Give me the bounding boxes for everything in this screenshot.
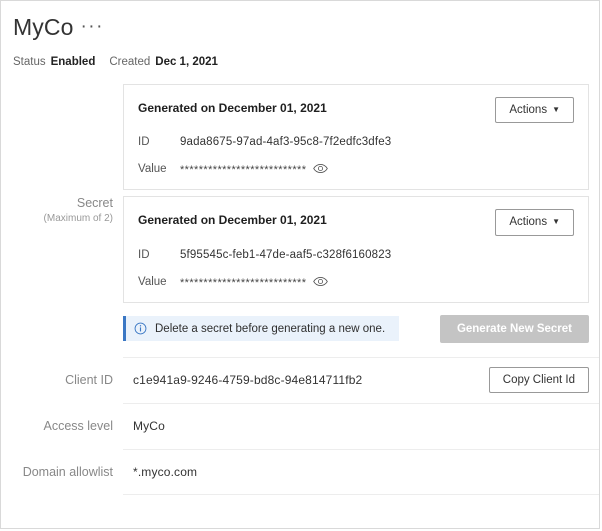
actions-button-label: Actions (509, 104, 548, 116)
secret-id-value: 5f95545c-feb1-47de-aaf5-c328f6160823 (180, 248, 392, 261)
secret-card: Generated on December 01, 2021 Actions ▼ … (123, 196, 589, 303)
secret-card-header: Generated on December 01, 2021 Actions ▼ (138, 209, 574, 236)
secret-card-header: Generated on December 01, 2021 Actions ▼ (138, 97, 574, 124)
title-row: MyCo ··· (13, 14, 599, 41)
info-notice-text: Delete a secret before generating a new … (155, 322, 386, 335)
chevron-down-icon: ▼ (552, 217, 560, 227)
app-page: MyCo ··· Status Enabled Created Dec 1, 2… (0, 0, 600, 529)
secret-value-masked: *************************** (180, 276, 307, 289)
secret-value-row: Value *************************** (138, 161, 574, 177)
secret-id-value: 9ada8675-97ad-4af3-95c8-7f2edfc3dfe3 (180, 136, 392, 149)
domain-allowlist-row: Domain allowlist *.myco.com (1, 448, 599, 495)
fields-container: Secret (Maximum of 2) Generated on Decem… (1, 84, 599, 495)
page-meta: Status Enabled Created Dec 1, 2021 (13, 56, 599, 68)
secret-sub-label: (Maximum of 2) (43, 213, 113, 224)
actions-button[interactable]: Actions ▼ (495, 209, 574, 236)
secret-value-masked: *************************** (180, 164, 307, 177)
actions-button[interactable]: Actions ▼ (495, 97, 574, 124)
secret-notice-row: Delete a secret before generating a new … (123, 314, 599, 343)
secret-generated-on: Generated on December 01, 2021 (138, 101, 327, 115)
access-level-label: Access level (43, 418, 113, 433)
client-id-value-cell: c1e941a9-9246-4759-bd8c-94e814711fb2 Cop… (123, 356, 599, 403)
client-id-value: c1e941a9-9246-4759-bd8c-94e814711fb2 (133, 373, 363, 388)
domain-allowlist-label: Domain allowlist (22, 464, 113, 479)
status-label: Status (13, 56, 46, 68)
generate-new-secret-button[interactable]: Generate New Secret (439, 314, 589, 343)
secret-value-label: Value (138, 275, 167, 288)
actions-button-label: Actions (509, 216, 548, 229)
eye-icon[interactable] (313, 276, 329, 290)
secret-id-row: ID 9ada8675-97ad-4af3-95c8-7f2edfc3dfe3 (138, 136, 574, 148)
domain-allowlist-value: *.myco.com (133, 464, 198, 479)
secret-content-column: Generated on December 01, 2021 Actions ▼ … (123, 84, 599, 343)
secret-value-row: Value *************************** (138, 274, 574, 290)
chevron-down-icon: ▼ (552, 105, 560, 114)
secret-id-label: ID (138, 248, 150, 261)
copy-client-id-button[interactable]: Copy Client Id (488, 367, 589, 394)
created-label: Created (109, 56, 151, 68)
access-level-value-cell: MyCo (123, 402, 599, 449)
secret-card: Generated on December 01, 2021 Actions ▼ … (123, 84, 589, 191)
secret-label: Secret (76, 196, 113, 210)
secret-card-list: Generated on December 01, 2021 Actions ▼ … (123, 84, 599, 303)
info-notice: Delete a secret before generating a new … (123, 316, 400, 342)
client-id-row: Client ID c1e941a9-9246-4759-bd8c-94e814… (1, 356, 599, 403)
secret-label-column: Secret (Maximum of 2) (1, 84, 123, 224)
secret-id-label: ID (138, 136, 150, 149)
domain-allowlist-value-cell: *.myco.com (123, 448, 599, 495)
secret-section: Secret (Maximum of 2) Generated on Decem… (1, 84, 599, 343)
secret-generated-on: Generated on December 01, 2021 (138, 213, 327, 228)
access-level-row: Access level MyCo (1, 402, 599, 449)
secret-value-label: Value (138, 163, 167, 176)
eye-icon[interactable] (313, 163, 329, 177)
page-header: MyCo ··· Status Enabled Created Dec 1, 2… (1, 1, 599, 68)
access-level-value: MyCo (133, 419, 165, 434)
more-options-icon[interactable]: ··· (80, 16, 103, 38)
info-circle-icon (134, 322, 147, 335)
page-title: MyCo (13, 14, 74, 40)
created-value: Dec 1, 2021 (155, 56, 218, 68)
secret-id-row: ID 5f95545c-feb1-47de-aaf5-c328f6160823 (138, 249, 574, 261)
status-badge: Enabled (50, 56, 96, 68)
client-id-label: Client ID (65, 372, 113, 387)
